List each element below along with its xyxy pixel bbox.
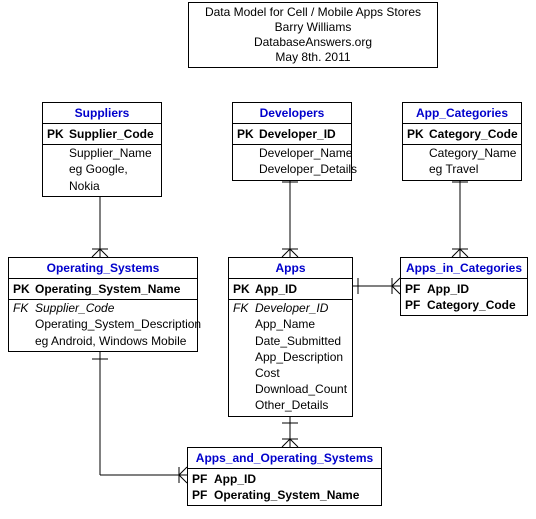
entity-suppliers: Suppliers PKSupplier_Code Supplier_Name … bbox=[42, 102, 162, 197]
pf-label: PF bbox=[192, 487, 214, 503]
attr: Cost bbox=[255, 365, 280, 381]
attr: Developer_ID bbox=[259, 126, 336, 142]
title-line: DatabaseAnswers.org bbox=[197, 35, 429, 50]
entity-developers: Developers PKDeveloper_ID Developer_Name… bbox=[232, 102, 352, 181]
pf-label: PF bbox=[192, 471, 214, 487]
entity-title: Operating_Systems bbox=[9, 258, 197, 279]
pk-label: PK bbox=[237, 126, 259, 142]
attr: Supplier_Code bbox=[69, 126, 154, 142]
attr: Category_Code bbox=[429, 126, 518, 142]
entity-title: Apps bbox=[229, 258, 352, 279]
attr: App_Name bbox=[255, 316, 315, 332]
pk-label: PK bbox=[47, 126, 69, 142]
attr: Operating_System_Description bbox=[35, 316, 201, 332]
title-line: Data Model for Cell / Mobile Apps Stores bbox=[197, 5, 429, 20]
attr: eg Travel bbox=[429, 161, 478, 177]
attr: App_ID bbox=[214, 471, 256, 487]
attr: Category_Code bbox=[427, 297, 516, 313]
attr: eg Google, Nokia bbox=[69, 161, 157, 193]
pk-label: PK bbox=[233, 281, 255, 297]
attr: Supplier_Code bbox=[35, 300, 114, 316]
title-line: Barry Williams bbox=[197, 20, 429, 35]
attr: Operating_System_Name bbox=[214, 487, 359, 503]
attr: App_ID bbox=[255, 281, 297, 297]
fk-label: FK bbox=[13, 300, 35, 316]
entity-apps-in-categories: Apps_in_Categories PFApp_ID PFCategory_C… bbox=[400, 257, 528, 316]
attr: Date_Submitted bbox=[255, 333, 341, 349]
attr: App_ID bbox=[427, 281, 469, 297]
entity-title: Apps_and_Operating_Systems bbox=[188, 448, 381, 469]
diagram-title-box: Data Model for Cell / Mobile Apps Stores… bbox=[188, 2, 438, 68]
attr: eg Android, Windows Mobile bbox=[35, 333, 186, 349]
pk-label: PK bbox=[407, 126, 429, 142]
attr: Supplier_Name bbox=[69, 145, 152, 161]
entity-apps: Apps PKApp_ID FKDeveloper_ID App_Name Da… bbox=[228, 257, 353, 417]
entity-title: Suppliers bbox=[43, 103, 161, 124]
attr: Developer_ID bbox=[255, 300, 328, 316]
attr: Developer_Details bbox=[259, 161, 357, 177]
entity-title: App_Categories bbox=[403, 103, 521, 124]
attr: Category_Name bbox=[429, 145, 516, 161]
pf-label: PF bbox=[405, 281, 427, 297]
entity-app-categories: App_Categories PKCategory_Code Category_… bbox=[402, 102, 522, 181]
title-line: May 8th. 2011 bbox=[197, 50, 429, 65]
entity-title: Developers bbox=[233, 103, 351, 124]
attr: Operating_System_Name bbox=[35, 281, 180, 297]
pk-label: PK bbox=[13, 281, 35, 297]
attr: App_Description bbox=[255, 349, 343, 365]
entity-apps-and-operating-systems: Apps_and_Operating_Systems PFApp_ID PFOp… bbox=[187, 447, 382, 506]
fk-label: FK bbox=[233, 300, 255, 316]
entity-title: Apps_in_Categories bbox=[401, 258, 527, 279]
attr: Other_Details bbox=[255, 397, 328, 413]
attr: Developer_Name bbox=[259, 145, 352, 161]
pf-label: PF bbox=[405, 297, 427, 313]
entity-operating-systems: Operating_Systems PKOperating_System_Nam… bbox=[8, 257, 198, 352]
attr: Download_Count bbox=[255, 381, 347, 397]
